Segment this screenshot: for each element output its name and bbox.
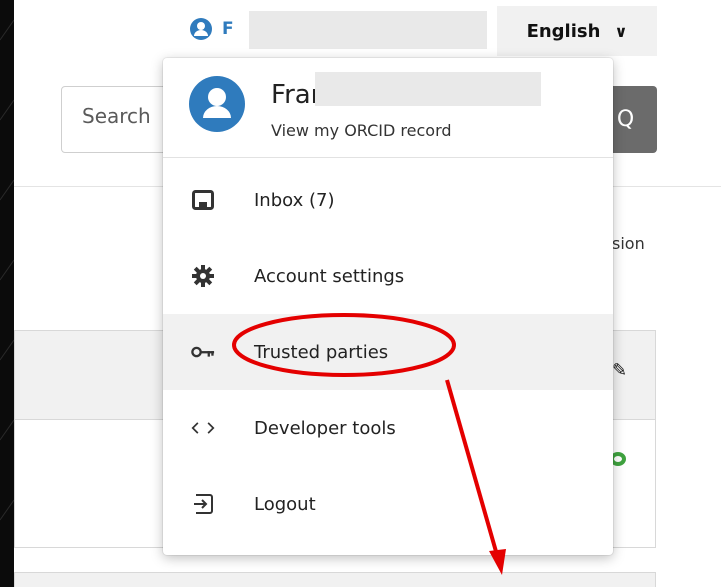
annotation-ellipse (232, 313, 456, 377)
gear-icon (191, 264, 215, 288)
annotation-arrow (445, 379, 506, 575)
menu-item-developer-tools[interactable]: Developer tools (163, 390, 613, 466)
language-selector[interactable]: English ∨ (497, 6, 657, 56)
orcid-page: F English ∨ Search Q sion ✎ Francesca So… (14, 0, 721, 587)
logout-icon (191, 492, 215, 516)
menu-item-label: Account settings (254, 265, 405, 287)
inbox-icon (191, 188, 215, 212)
chevron-down-icon: ∨ (614, 21, 628, 41)
background-text-fragment: sion (612, 234, 645, 253)
menu-item-account-settings[interactable]: Account settings (163, 238, 613, 314)
background-panel-bottom (14, 572, 656, 587)
pencil-icon[interactable]: ✎ (612, 360, 627, 381)
redaction-box (315, 72, 541, 106)
menu-item-label: Developer tools (254, 417, 396, 439)
user-dropdown-menu: Francesca Soldati View my ORCID record I… (163, 58, 613, 555)
menu-item-label: Logout (254, 493, 316, 515)
menu-item-logout[interactable]: Logout (163, 466, 613, 542)
key-icon (191, 340, 215, 364)
background-pattern (0, 0, 14, 587)
profile-avatar-icon (189, 76, 245, 132)
code-icon (191, 416, 215, 440)
search-icon: Q (616, 107, 635, 132)
header-user-initial: F (222, 19, 234, 39)
menu-item-label: Inbox (7) (254, 189, 335, 211)
header-user-menu[interactable]: F (190, 14, 234, 44)
redaction-box (249, 11, 487, 49)
user-avatar-icon (190, 18, 212, 40)
language-label: English (526, 20, 601, 42)
menu-item-inbox[interactable]: Inbox (7) (163, 162, 613, 238)
search-placeholder: Search (82, 104, 151, 128)
view-orcid-record-link[interactable]: View my ORCID record (271, 121, 452, 140)
dropdown-profile: Francesca Soldati View my ORCID record (163, 58, 613, 158)
